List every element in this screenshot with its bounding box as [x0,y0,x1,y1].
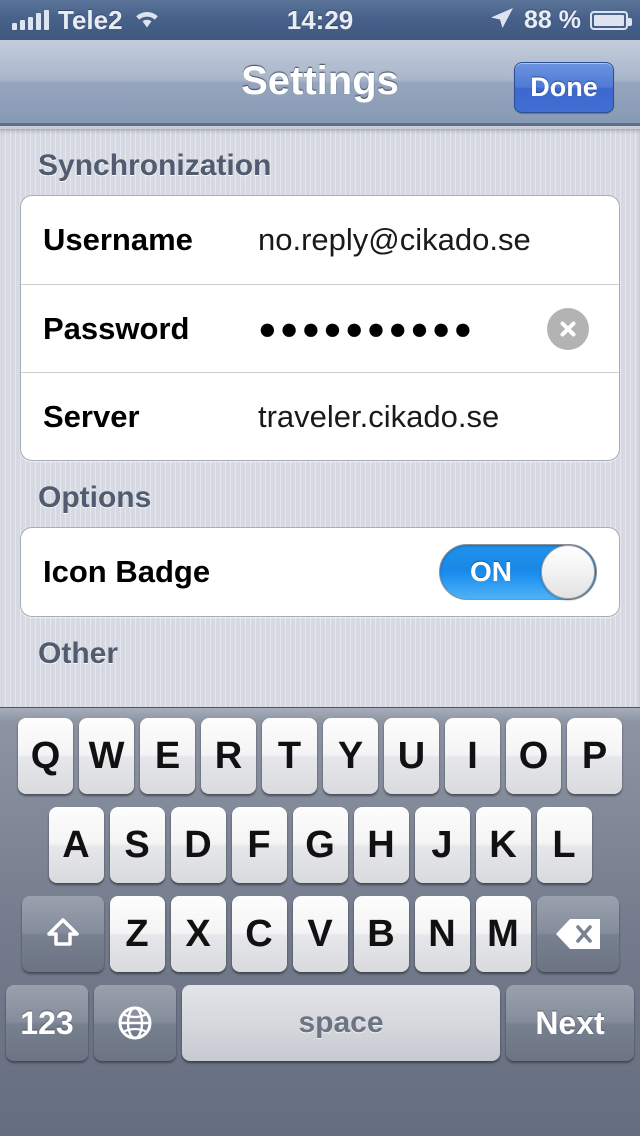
password-value[interactable]: ●●●●●●●●●● [258,311,475,347]
navigation-bar: Settings Done [0,40,640,126]
key-o[interactable]: O [506,718,561,794]
clear-circle-x-icon[interactable] [547,307,589,350]
key-d[interactable]: D [170,807,226,883]
options-card: Icon Badge ON [20,527,620,617]
key-h[interactable]: H [353,807,409,883]
key-z[interactable]: Z [109,896,165,972]
space-key[interactable]: space [182,985,500,1061]
software-keyboard[interactable]: Q W E R T Y U I O P A S D F G H J K L Z … [0,707,640,1136]
row-icon-badge[interactable]: Icon Badge ON [21,528,619,616]
icon-badge-toggle[interactable]: ON [439,544,597,600]
password-label: Password [43,310,190,346]
status-bar-right: 88 % [489,5,632,35]
key-x[interactable]: X [170,896,226,972]
shift-arrow-icon[interactable] [21,896,104,972]
page-title: Settings [241,59,399,103]
keyboard-row-3: Z X C V B N M [0,896,640,972]
section-header-options: Options [38,481,152,514]
key-c[interactable]: C [231,896,287,972]
toggle-knob[interactable] [541,545,595,599]
server-value[interactable]: traveler.cikado.se [258,399,499,435]
row-username[interactable]: Username no.reply@cikado.se [21,196,619,284]
key-w[interactable]: W [79,718,134,794]
battery-icon [590,10,632,30]
key-q[interactable]: Q [18,718,73,794]
key-u[interactable]: U [384,718,439,794]
row-password[interactable]: Password ●●●●●●●●●● [21,284,619,372]
key-f[interactable]: F [231,807,287,883]
username-label: Username [43,222,193,257]
key-s[interactable]: S [109,807,165,883]
globe-keyboard-icon[interactable] [94,985,176,1061]
key-y[interactable]: Y [323,718,378,794]
key-m[interactable]: M [475,896,531,972]
section-header-synchronization: Synchronization [38,149,272,182]
battery-percent-label: 88 % [524,5,581,34]
keyboard-row-2: A S D F G H J K L [0,807,640,883]
keyboard-row-1: Q W E R T Y U I O P [0,718,640,794]
key-r[interactable]: R [201,718,256,794]
location-arrow-icon [489,6,515,35]
key-k[interactable]: K [475,807,531,883]
done-button[interactable]: Done [514,62,614,113]
key-p[interactable]: P [567,718,622,794]
key-e[interactable]: E [140,718,195,794]
keyboard-row-4: 123 space Next [0,985,640,1061]
numbers-key[interactable]: 123 [6,985,88,1061]
row-server[interactable]: Server traveler.cikado.se [21,372,619,460]
iphone-screen: Tele2 14:29 88 % Settings Done Synchroni… [0,0,640,1136]
key-t[interactable]: T [262,718,317,794]
key-j[interactable]: J [414,807,470,883]
toggle-state-label: ON [470,556,512,587]
key-v[interactable]: V [292,896,348,972]
icon-badge-label: Icon Badge [43,554,211,589]
username-value[interactable]: no.reply@cikado.se [258,222,531,258]
synchronization-card: Username no.reply@cikado.se Password ●●●… [20,195,620,461]
key-l[interactable]: L [536,807,592,883]
key-g[interactable]: G [292,807,348,883]
key-b[interactable]: B [353,896,409,972]
server-label: Server [43,398,140,434]
key-i[interactable]: I [445,718,500,794]
next-key[interactable]: Next [506,985,634,1061]
section-header-other: Other [38,637,119,670]
status-bar: Tele2 14:29 88 % [0,0,640,40]
backspace-delete-icon[interactable] [536,896,619,972]
settings-list[interactable]: Synchronization Username no.reply@cikado… [0,129,640,707]
key-n[interactable]: N [414,896,470,972]
key-a[interactable]: A [48,807,104,883]
